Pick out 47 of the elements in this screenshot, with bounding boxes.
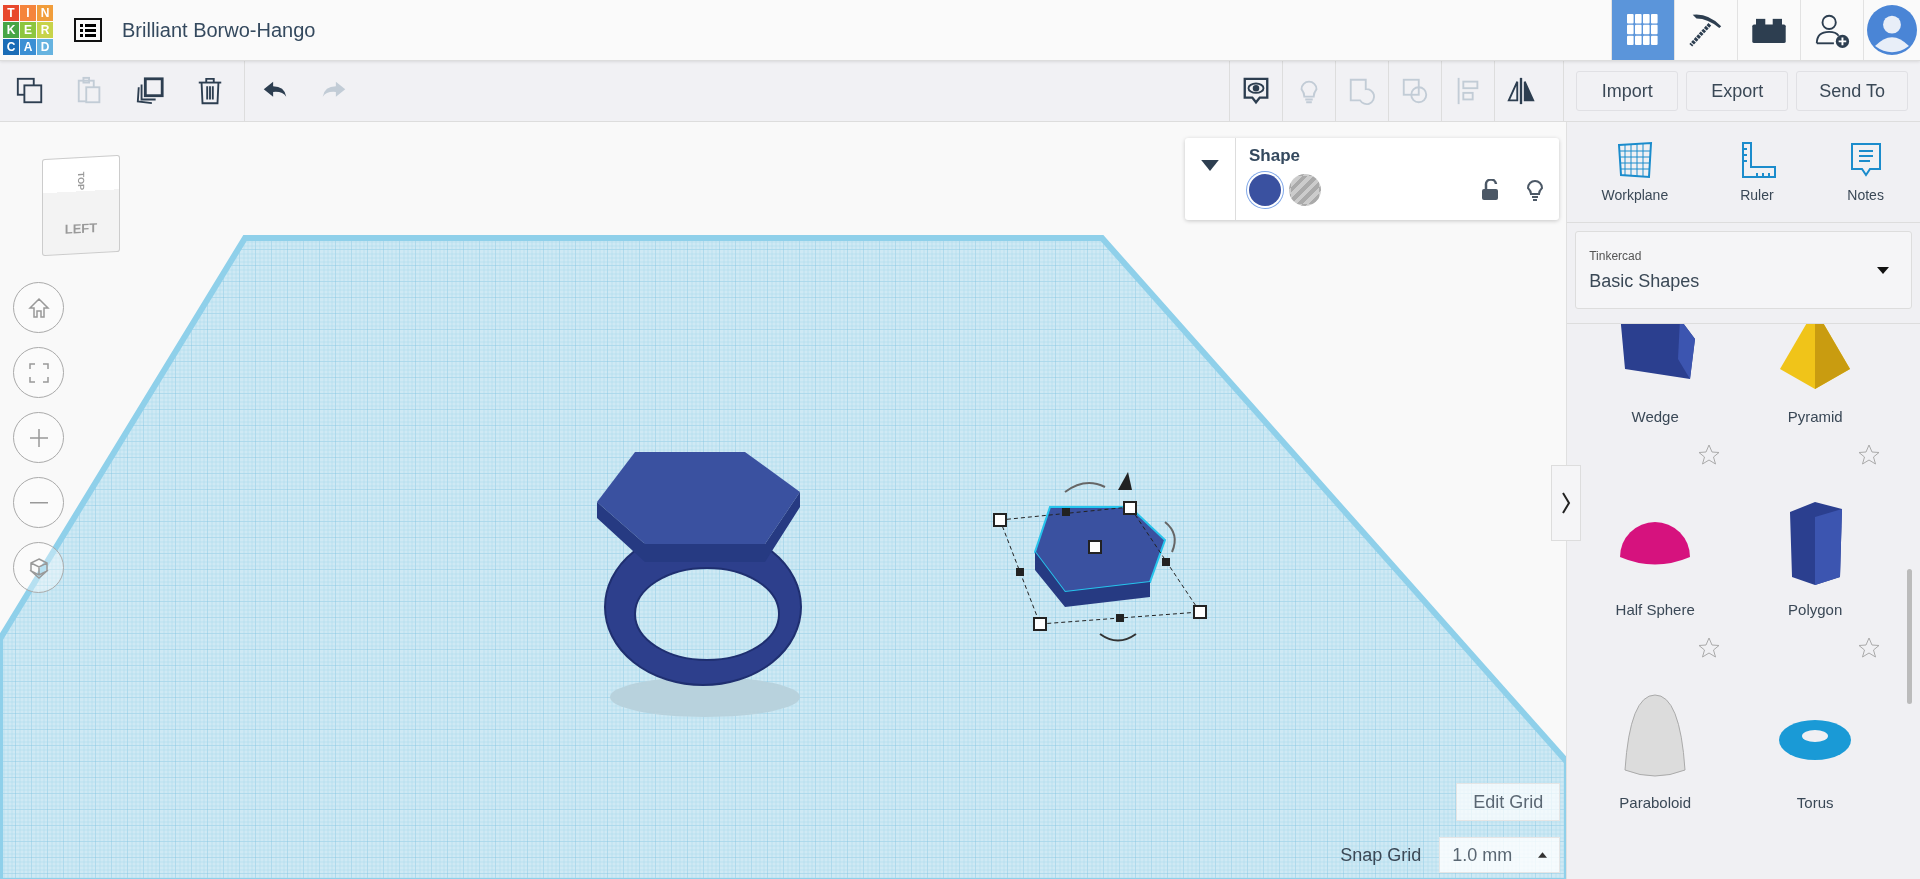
star-icon[interactable] (1857, 636, 1882, 660)
hole-swatch[interactable] (1289, 174, 1321, 206)
shape-tile[interactable]: Torus (1735, 630, 1896, 823)
shape-tile[interactable]: Polygon (1735, 437, 1896, 630)
caret-icon (1877, 267, 1889, 274)
brick-icon (1752, 17, 1786, 43)
panel-title: Shape (1249, 146, 1302, 166)
toolbar-text-button[interactable]: Send To (1796, 71, 1908, 111)
design-title[interactable]: Brilliant Borwo-Hango (122, 18, 316, 42)
shape-tile[interactable]: Paraboloid (1575, 630, 1736, 823)
grid-icon (1627, 14, 1659, 46)
snap-grid-select[interactable]: 1.0 mm (1439, 837, 1561, 873)
zoom-out-button[interactable] (13, 477, 64, 528)
ortho-view-button[interactable] (13, 542, 64, 593)
snap-grid-label: Snap Grid (1340, 844, 1422, 866)
ruler-tool[interactable]: Ruler (1730, 140, 1783, 204)
chevron-icon (1561, 491, 1572, 515)
caret-icon (1538, 852, 1548, 858)
star-icon[interactable] (1857, 443, 1882, 467)
toolbar-text-button[interactable]: Import (1576, 71, 1679, 111)
zoom-in-button[interactable] (13, 412, 64, 463)
fit-view-icon (26, 360, 51, 385)
solid-color-swatch[interactable] (1249, 174, 1281, 206)
home-view-button[interactable] (13, 282, 64, 333)
mirror-icon (1506, 76, 1537, 106)
star-icon[interactable] (1697, 636, 1722, 660)
user-avatar[interactable] (1863, 0, 1920, 60)
shape-tile[interactable]: Pyramid (1735, 324, 1896, 437)
home-icon (26, 295, 51, 320)
lock-icon[interactable] (1481, 179, 1499, 201)
notes-tool[interactable]: Notes (1839, 140, 1892, 204)
caret-icon (1201, 160, 1219, 171)
star-icon[interactable] (1697, 443, 1722, 467)
copy-icon (15, 76, 45, 106)
workplane-tool[interactable]: Workplane (1595, 140, 1675, 204)
stacked-squares-icon (135, 76, 165, 106)
shape-tile[interactable]: Half Sphere (1575, 437, 1736, 630)
shape-library-dropdown[interactable]: Tinkercad Basic Shapes (1575, 231, 1912, 309)
collapse-panel-button[interactable] (1551, 465, 1582, 541)
bulb-icon[interactable] (1525, 177, 1545, 203)
shape-tile[interactable]: Wedge (1575, 324, 1736, 437)
toolbar-text-button[interactable]: Export (1686, 71, 1789, 111)
group-icon (1347, 76, 1378, 106)
tinkercad-logo[interactable]: T I N K E R C A D (3, 5, 53, 55)
list-icon[interactable] (74, 18, 102, 42)
edit-grid-button[interactable]: Edit Grid (1456, 783, 1561, 821)
fit-view-button[interactable] (13, 347, 64, 398)
